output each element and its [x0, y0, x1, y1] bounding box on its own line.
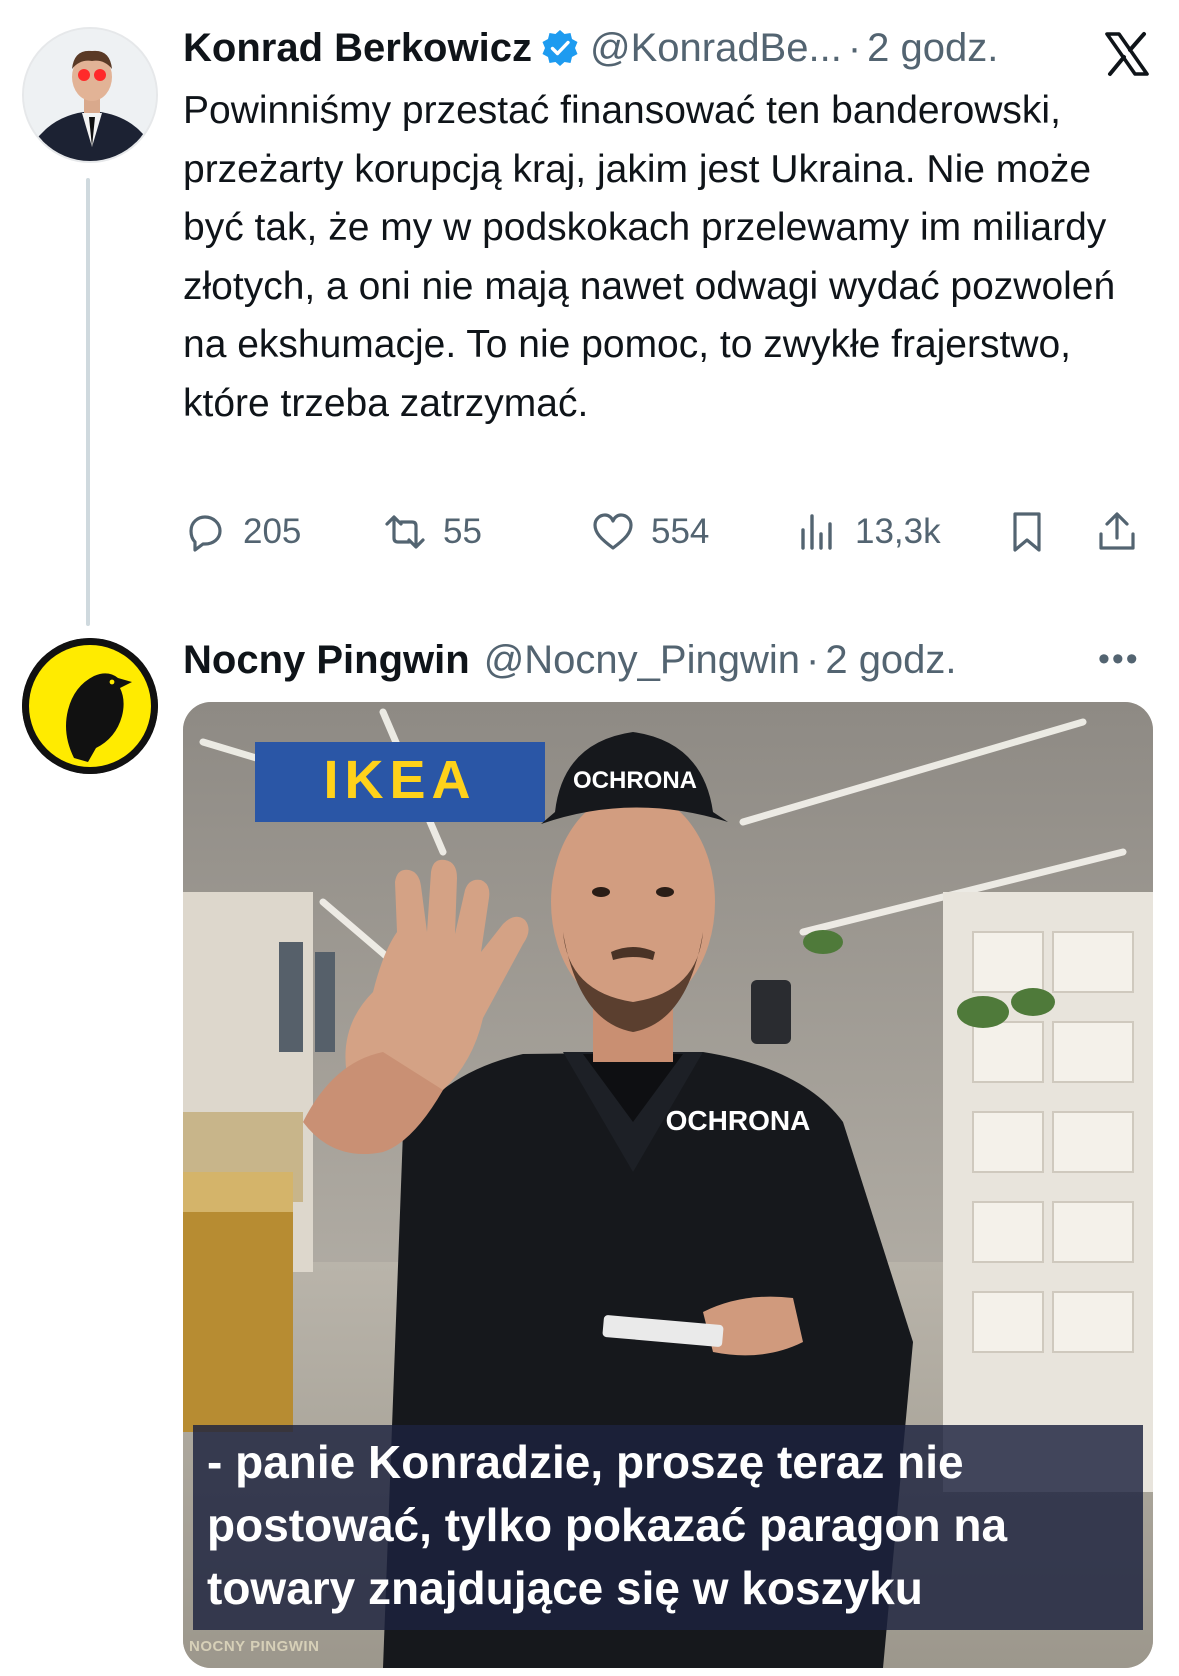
verified-badge-icon: [540, 28, 580, 68]
more-icon[interactable]: •••: [1098, 640, 1140, 679]
shirt-text: OCHRONA: [666, 1105, 811, 1136]
tweet-actions: 205 55 554 13,3k: [183, 510, 1153, 562]
tweet-text: Powinniśmy przestać finansować ten bande…: [183, 89, 1116, 425]
separator: ·: [806, 638, 820, 682]
bookmark-button[interactable]: [1005, 510, 1049, 554]
thread-line: [86, 178, 90, 626]
author-name[interactable]: Konrad Berkowicz: [183, 24, 532, 72]
nocny-pingwin-avatar-image: [22, 638, 158, 774]
image-caption: - panie Konradzie, proszę teraz nie post…: [193, 1425, 1143, 1630]
repost-icon: [385, 515, 425, 549]
tweet-header: Nocny Pingwin @Nocny_Pingwin · 2 godz.: [183, 636, 957, 684]
watermark: NOCNY PINGWIN: [189, 1638, 320, 1655]
tweet-image[interactable]: IKEA OCHRONA OCHRONA - panie Konradzie, …: [183, 702, 1153, 1668]
separator: ·: [847, 26, 862, 70]
cap-text: OCHRONA: [573, 767, 697, 794]
tweet-header: Konrad Berkowicz @KonradBe... · 2 godz.: [183, 24, 998, 72]
reply-icon: [189, 515, 222, 552]
x-logo-icon[interactable]: [1103, 30, 1151, 78]
konrad-avatar[interactable]: [22, 27, 158, 163]
share-button[interactable]: [1095, 510, 1139, 554]
views-button[interactable]: 13,3k: [795, 510, 941, 554]
konrad-avatar-image: [24, 29, 156, 161]
store-sign: IKEA: [323, 750, 476, 810]
like-count: 554: [651, 512, 710, 551]
repost-count: 55: [443, 512, 482, 551]
views-icon: [801, 514, 832, 550]
like-icon: [593, 513, 633, 550]
tweet-time[interactable]: 2 godz.: [825, 636, 956, 684]
author-handle[interactable]: @Nocny_Pingwin: [484, 636, 800, 684]
reply-button[interactable]: 205: [183, 510, 301, 554]
author-name[interactable]: Nocny Pingwin: [183, 636, 470, 684]
share-icon: [1099, 512, 1135, 550]
reply-count: 205: [243, 512, 302, 551]
author-handle[interactable]: @KonradBe...: [590, 24, 842, 72]
views-count: 13,3k: [855, 512, 941, 551]
tweet-time[interactable]: 2 godz.: [867, 24, 998, 72]
bookmark-icon: [1013, 512, 1041, 552]
like-button[interactable]: 554: [591, 510, 709, 554]
caption-text: - panie Konradzie, proszę teraz nie post…: [207, 1436, 1008, 1614]
nocny-pingwin-avatar[interactable]: [22, 638, 158, 774]
repost-button[interactable]: 55: [383, 510, 482, 554]
